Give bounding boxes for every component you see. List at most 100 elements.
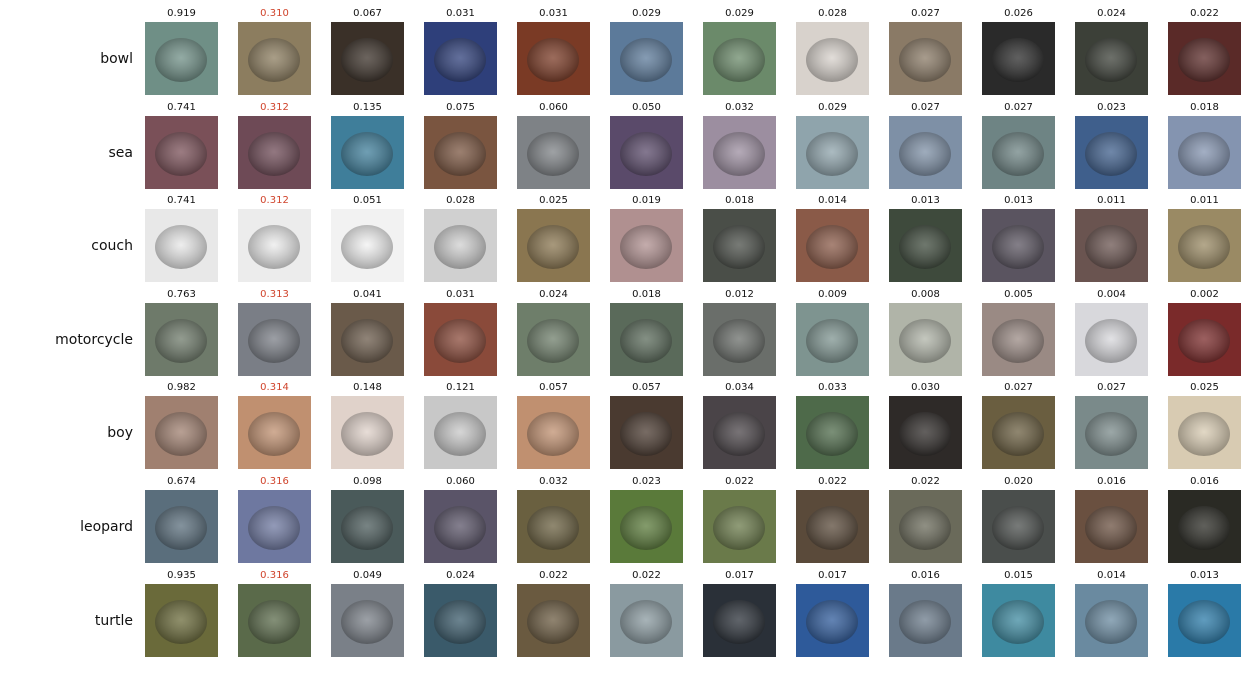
score-label: 0.025 <box>539 195 568 206</box>
score-label: 0.014 <box>818 195 847 206</box>
thumbnail-cell: 0.012 <box>703 289 776 376</box>
thumbnail-cell: 0.022 <box>517 570 590 657</box>
score-label: 0.075 <box>446 102 475 113</box>
thumbnail-cell: 0.060 <box>424 476 497 563</box>
thumbnail-image <box>238 303 311 376</box>
score-label: 0.033 <box>818 382 847 393</box>
thumbnail-image <box>331 584 404 657</box>
score-label: 0.034 <box>725 382 754 393</box>
thumbnail-cell: 0.023 <box>610 476 683 563</box>
score-label: 0.027 <box>911 8 940 19</box>
thumbnail-image <box>517 490 590 563</box>
thumbnail-cell: 0.022 <box>796 476 869 563</box>
thumbnail-image <box>1168 303 1241 376</box>
score-label: 0.032 <box>539 476 568 487</box>
thumbnail-image <box>982 584 1055 657</box>
thumbnail-cell: 0.029 <box>796 102 869 189</box>
score-label: 0.060 <box>446 476 475 487</box>
score-label: 0.022 <box>539 570 568 581</box>
score-label: 0.310 <box>260 8 289 19</box>
score-label: 0.002 <box>1190 289 1219 300</box>
thumbnail-image <box>1075 116 1148 189</box>
thumbnail-image <box>424 303 497 376</box>
thumbnail-image <box>703 396 776 469</box>
score-label: 0.022 <box>725 476 754 487</box>
thumbnail-cell: 0.032 <box>517 476 590 563</box>
thumbnail-cell: 0.034 <box>703 382 776 469</box>
thumbnail-cell: 0.008 <box>889 289 962 376</box>
score-label: 0.031 <box>539 8 568 19</box>
thumbnail-cell: 0.017 <box>796 570 869 657</box>
score-label: 0.031 <box>446 8 475 19</box>
thumbnail-cell: 0.316 <box>238 476 311 563</box>
thumbnail-cell: 0.014 <box>1075 570 1148 657</box>
thumbnail-cell: 0.004 <box>1075 289 1148 376</box>
score-label: 0.012 <box>725 289 754 300</box>
thumbnail-image <box>1168 209 1241 282</box>
thumbnail-image <box>1075 396 1148 469</box>
thumbnail-image <box>145 584 218 657</box>
thumbnail-cell: 0.057 <box>610 382 683 469</box>
score-label: 0.031 <box>446 289 475 300</box>
score-label: 0.312 <box>260 102 289 113</box>
row-label-bowl: bowl <box>100 51 133 67</box>
thumbnail-cell: 0.016 <box>1075 476 1148 563</box>
thumbnail-image <box>517 303 590 376</box>
thumbnail-image <box>703 303 776 376</box>
row-label-couch: couch <box>91 238 133 254</box>
score-label: 0.016 <box>1097 476 1126 487</box>
thumbnail-cell: 0.028 <box>424 195 497 282</box>
score-label: 0.025 <box>1190 382 1219 393</box>
thumbnail-image <box>1075 303 1148 376</box>
score-label: 0.022 <box>632 570 661 581</box>
thumbnail-cell: 0.022 <box>889 476 962 563</box>
score-label: 0.057 <box>539 382 568 393</box>
score-label: 0.148 <box>353 382 382 393</box>
thumbnail-image <box>610 116 683 189</box>
thumbnail-image <box>1168 490 1241 563</box>
thumbnail-cell: 0.009 <box>796 289 869 376</box>
thumbnail-cell: 0.030 <box>889 382 962 469</box>
thumbnail-image <box>238 116 311 189</box>
thumbnail-cell: 0.018 <box>1168 102 1241 189</box>
thumbnail-image <box>1075 209 1148 282</box>
thumbnail-image <box>424 584 497 657</box>
thumbnail-cell: 0.024 <box>1075 8 1148 95</box>
thumbnail-grid: bowl 0.919 0.310 0.067 0.031 0.031 0.029 0.029 0… <box>0 0 1250 694</box>
score-label: 0.030 <box>911 382 940 393</box>
thumbnail-cell: 0.025 <box>517 195 590 282</box>
score-label: 0.029 <box>725 8 754 19</box>
thumbnail-cell: 0.028 <box>796 8 869 95</box>
thumbnail-cell: 0.316 <box>238 570 311 657</box>
thumbnail-image <box>982 22 1055 95</box>
thumbnail-cell: 0.005 <box>982 289 1055 376</box>
thumbnail-image <box>145 116 218 189</box>
thumbnail-cell: 0.024 <box>517 289 590 376</box>
score-label: 0.016 <box>911 570 940 581</box>
thumbnail-image <box>1168 116 1241 189</box>
score-label: 0.050 <box>632 102 661 113</box>
thumbnail-cell: 0.025 <box>1168 382 1241 469</box>
thumbnail-cell: 0.017 <box>703 570 776 657</box>
thumbnail-cell: 0.027 <box>1075 382 1148 469</box>
score-label: 0.016 <box>1190 476 1219 487</box>
score-label: 0.004 <box>1097 289 1126 300</box>
thumbnail-image <box>331 303 404 376</box>
thumbnail-cell: 0.674 <box>145 476 218 563</box>
thumbnail-image <box>610 209 683 282</box>
score-label: 0.935 <box>167 570 196 581</box>
thumbnail-cell: 0.031 <box>424 289 497 376</box>
score-label: 0.032 <box>725 102 754 113</box>
thumbnail-cell: 0.060 <box>517 102 590 189</box>
score-label: 0.098 <box>353 476 382 487</box>
score-label: 0.027 <box>1004 102 1033 113</box>
row-label-sea: sea <box>108 145 134 161</box>
thumbnail-image <box>145 209 218 282</box>
thumbnail-cell: 0.741 <box>145 102 218 189</box>
thumbnail-cell: 0.013 <box>889 195 962 282</box>
score-label: 0.057 <box>632 382 661 393</box>
score-label: 0.741 <box>167 102 196 113</box>
thumbnail-image <box>889 22 962 95</box>
thumbnail-image <box>889 303 962 376</box>
thumbnail-image <box>796 396 869 469</box>
